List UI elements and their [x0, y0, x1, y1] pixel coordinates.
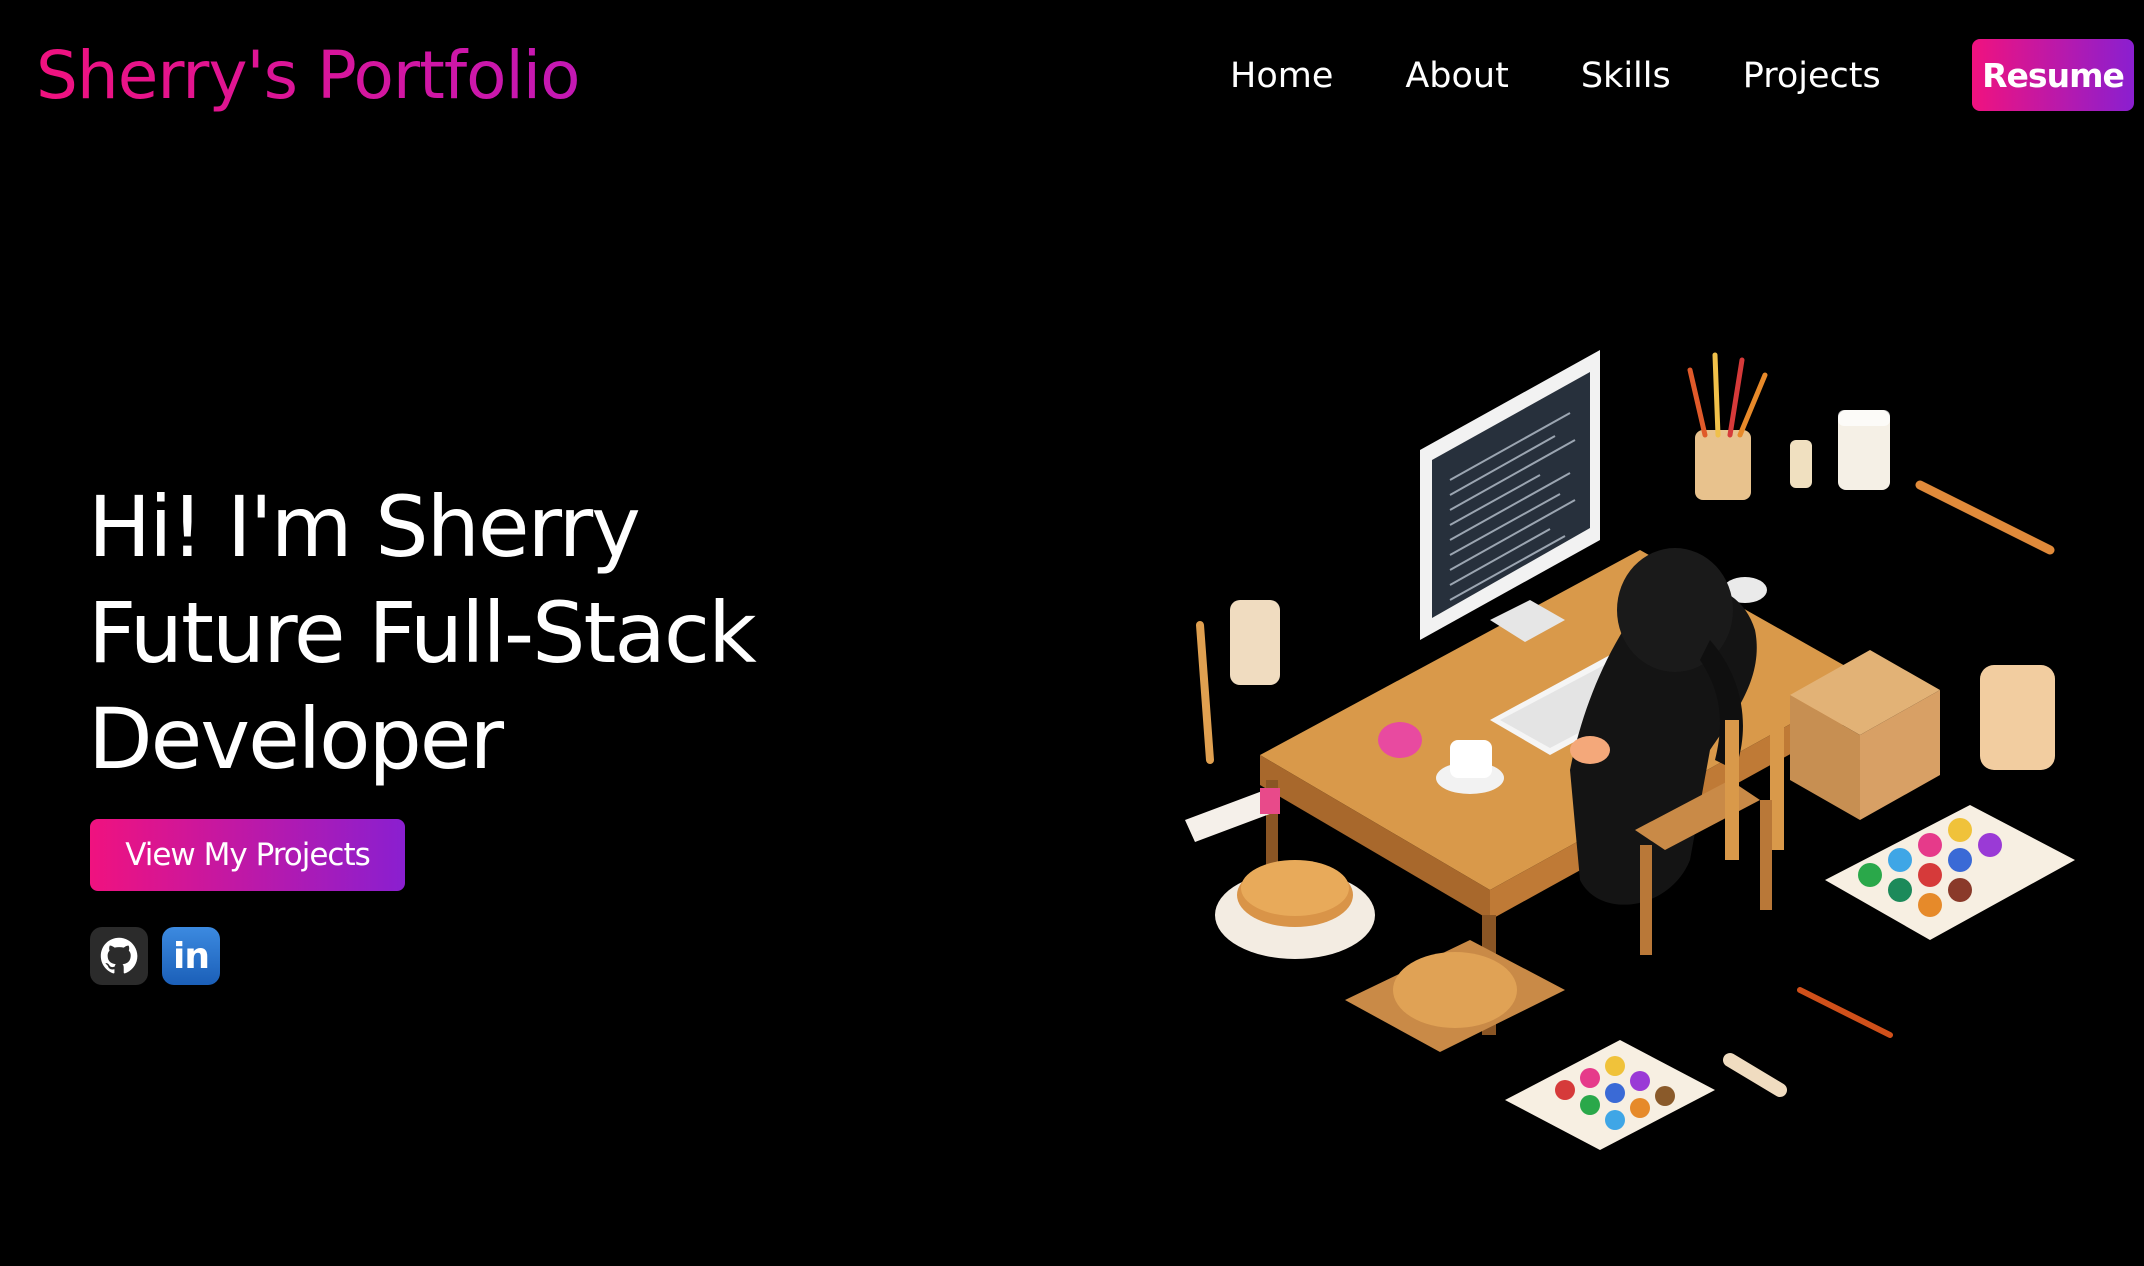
hero-line-greeting: Hi! I'm Sherry: [88, 478, 641, 576]
linkedin-icon-text: in: [173, 935, 210, 977]
linkedin-icon[interactable]: in: [162, 927, 220, 985]
hero-line-role: Future Full-Stack: [88, 584, 757, 682]
nav-projects[interactable]: Projects: [1743, 56, 1881, 96]
github-icon-glyph: [100, 937, 138, 974]
developer-desk-illustration: [1185, 350, 2075, 1150]
hero-line-title: Developer: [88, 690, 504, 788]
navbar: Sherry's Portfolio Home About Skills Pro…: [0, 0, 2144, 150]
nav-links: Home About Skills Projects: [1230, 50, 1881, 102]
hero-heading: Hi! I'm Sherry Future Full-Stack Develop…: [88, 474, 988, 792]
nav-skills[interactable]: Skills: [1581, 56, 1671, 96]
view-projects-button[interactable]: View My Projects: [90, 819, 405, 891]
resume-button[interactable]: Resume: [1972, 39, 2134, 111]
social-links: in: [90, 927, 234, 985]
nav-about[interactable]: About: [1405, 56, 1508, 96]
brand-logo-text[interactable]: Sherry's Portfolio: [36, 36, 581, 116]
github-icon[interactable]: [90, 927, 148, 985]
nav-home[interactable]: Home: [1230, 56, 1333, 96]
